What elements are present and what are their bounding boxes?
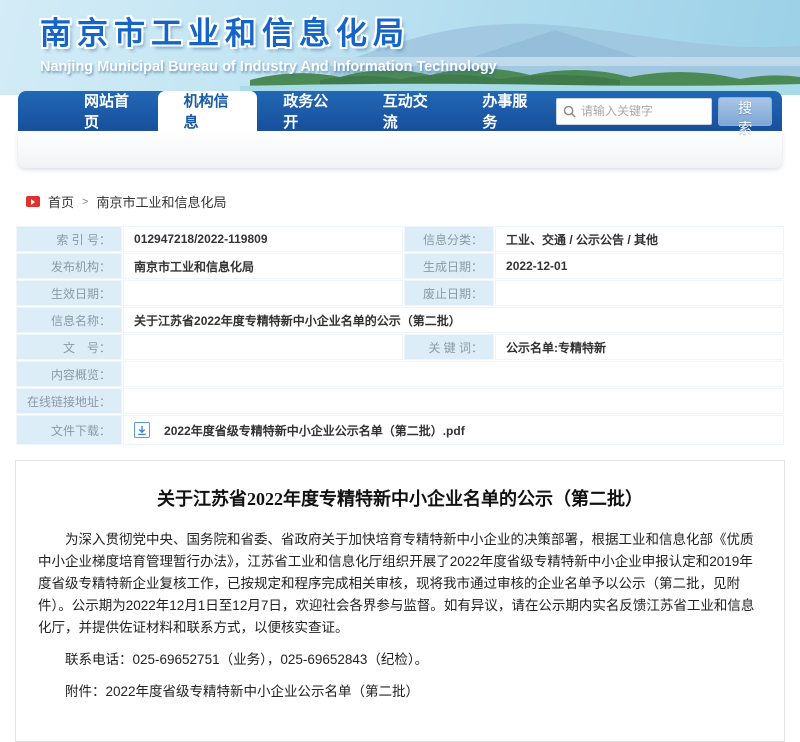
label-expiry-date: 废止日期： (404, 280, 494, 306)
attachment-line: 附件：2022年度省级专精特新中小企业公示名单（第二批） (38, 681, 762, 703)
nav-tab-interaction[interactable]: 互动交流 (357, 91, 457, 131)
main-nav: 网站首页 机构信息 政务公开 互动交流 办事服务 搜索 (18, 91, 782, 131)
value-info-name: 关于江苏省2022年度专精特新中小企业名单的公示（第二批） (123, 307, 784, 333)
contact-phone-line: 联系电话：025-69652751（业务），025-69652843（纪检）。 (38, 649, 762, 671)
breadcrumb-current: 南京市工业和信息化局 (96, 192, 226, 211)
pdf-download-link[interactable]: 2022年度省级专精特新中小企业公示名单（第二批）.pdf (164, 422, 465, 439)
document-meta-table: 索 引 号： 012947218/2022-119809 信息分类： 工业、交通… (15, 225, 785, 446)
value-keywords: 公示名单:专精特新 (495, 334, 784, 360)
table-row: 信息名称： 关于江苏省2022年度专精特新中小企业名单的公示（第二批） (16, 307, 784, 333)
breadcrumb-separator: > (82, 196, 88, 208)
table-row: 内容概览： (16, 361, 784, 387)
search-button[interactable]: 搜索 (718, 97, 772, 126)
table-row: 文 号： 关 键 词： 公示名单:专精特新 (16, 334, 784, 360)
label-index-number: 索 引 号： (16, 226, 122, 252)
nav-container: 网站首页 机构信息 政务公开 互动交流 办事服务 搜索 (18, 91, 782, 168)
value-effective-date (123, 280, 403, 306)
download-icon[interactable] (134, 422, 150, 438)
nav-tab-services[interactable]: 办事服务 (456, 91, 556, 131)
label-create-date: 生成日期： (404, 253, 494, 279)
table-row: 生效日期： 废止日期： (16, 280, 784, 306)
article-container: 关于江苏省2022年度专精特新中小企业名单的公示（第二批） 为深入贯彻党中央、国… (15, 460, 785, 742)
table-row: 发布机构： 南京市工业和信息化局 生成日期： 2022-12-01 (16, 253, 784, 279)
article-title: 关于江苏省2022年度专精特新中小企业名单的公示（第二批） (38, 485, 762, 511)
search-box (556, 98, 712, 125)
value-content-overview (123, 361, 784, 387)
value-info-category: 工业、交通 / 公示公告 / 其他 (495, 226, 784, 252)
search-input[interactable] (581, 104, 705, 118)
header-banner: 南京市工业和信息化局 Nanjing Municipal Bureau of I… (0, 0, 800, 95)
value-online-link (123, 388, 784, 414)
site-subtitle-english: Nanjing Municipal Bureau of Industry And… (40, 59, 800, 75)
nav-tab-home[interactable]: 网站首页 (58, 91, 158, 131)
label-file-download: 文件下载： (16, 415, 122, 445)
table-row: 在线链接地址： (16, 388, 784, 414)
value-doc-number (123, 334, 403, 360)
label-doc-number: 文 号： (16, 334, 122, 360)
article-paragraph: 为深入贯彻党中央、国务院和省委、省政府关于加快培育专精特新中小企业的决策部署，根… (38, 529, 762, 639)
breadcrumb: 首页 > 南京市工业和信息化局 (0, 168, 800, 223)
table-row: 索 引 号： 012947218/2022-119809 信息分类： 工业、交通… (16, 226, 784, 252)
value-expiry-date (495, 280, 784, 306)
label-content-overview: 内容概览： (16, 361, 122, 387)
value-index-number: 012947218/2022-119809 (123, 226, 403, 252)
search-icon (563, 105, 576, 118)
value-file-download: 2022年度省级专精特新中小企业公示名单（第二批）.pdf (123, 415, 784, 445)
label-info-category: 信息分类： (404, 226, 494, 252)
table-row: 文件下载： 2022年度省级专精特新中小企业公示名单（第二批）.pdf (16, 415, 784, 445)
label-publisher: 发布机构： (16, 253, 122, 279)
search-area: 搜索 (556, 91, 772, 131)
label-effective-date: 生效日期： (16, 280, 122, 306)
site-title: 南京市工业和信息化局 (40, 8, 800, 53)
label-info-name: 信息名称： (16, 307, 122, 333)
value-publisher: 南京市工业和信息化局 (123, 253, 403, 279)
home-play-icon (26, 196, 40, 207)
nav-tab-gov-affairs[interactable]: 政务公开 (257, 91, 357, 131)
nav-subbar (18, 131, 782, 168)
breadcrumb-home-link[interactable]: 首页 (48, 192, 74, 211)
label-keywords: 关 键 词： (404, 334, 494, 360)
label-online-link: 在线链接地址： (16, 388, 122, 414)
nav-tab-org-info[interactable]: 机构信息 (158, 91, 258, 131)
value-create-date: 2022-12-01 (495, 253, 784, 279)
